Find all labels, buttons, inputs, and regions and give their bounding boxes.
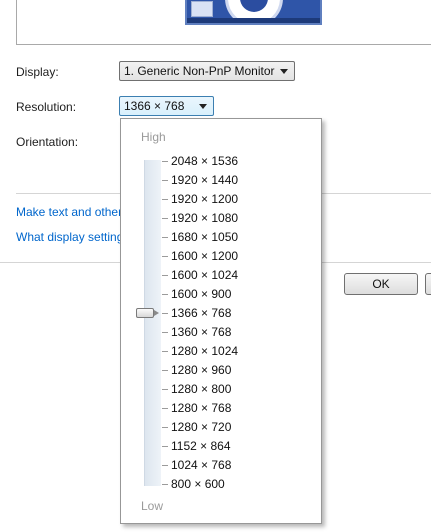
resolution-option[interactable]: 1600 × 1200 bbox=[171, 249, 238, 263]
resolution-option[interactable]: 1280 × 800 bbox=[171, 382, 231, 396]
taskbar-thumbnail bbox=[187, 18, 320, 23]
resolution-select-value: 1366 × 768 bbox=[124, 99, 185, 113]
slider-tick bbox=[162, 161, 168, 162]
resolution-option[interactable]: 2048 × 1536 bbox=[171, 154, 238, 168]
slider-tick bbox=[162, 484, 168, 485]
slider-tick bbox=[162, 446, 168, 447]
low-label: Low bbox=[141, 499, 164, 513]
slider-tick bbox=[162, 332, 168, 333]
resolution-option[interactable]: 1024 × 768 bbox=[171, 458, 231, 472]
resolution-option[interactable]: 1920 × 1080 bbox=[171, 211, 238, 225]
desktop-window-thumbnail bbox=[191, 1, 213, 17]
resolution-option[interactable]: 1920 × 1440 bbox=[171, 173, 238, 187]
high-label: High bbox=[141, 130, 166, 144]
slider-tick bbox=[162, 275, 168, 276]
monitor-preview-area bbox=[16, 0, 431, 45]
cancel-button-partial[interactable] bbox=[425, 273, 431, 295]
display-label: Display: bbox=[16, 65, 59, 79]
slider-tick bbox=[162, 199, 168, 200]
slider-tick bbox=[162, 370, 168, 371]
resolution-slider-track[interactable] bbox=[144, 160, 161, 486]
slider-tick bbox=[162, 294, 168, 295]
resolution-option[interactable]: 1600 × 900 bbox=[171, 287, 231, 301]
slider-tick bbox=[162, 408, 168, 409]
resolution-option[interactable]: 1680 × 1050 bbox=[171, 230, 238, 244]
resolution-option[interactable]: 1280 × 768 bbox=[171, 401, 231, 415]
slider-tick bbox=[162, 313, 168, 314]
resolution-option[interactable]: 1600 × 1024 bbox=[171, 268, 238, 282]
orientation-label: Orientation: bbox=[16, 135, 79, 149]
resolution-slider-thumb[interactable] bbox=[136, 308, 159, 318]
resolution-option[interactable]: 800 × 600 bbox=[171, 477, 225, 491]
resolution-option[interactable]: 1280 × 1024 bbox=[171, 344, 238, 358]
slider-tick bbox=[162, 427, 168, 428]
chevron-down-icon bbox=[199, 104, 207, 109]
resolution-option[interactable]: 1920 × 1200 bbox=[171, 192, 238, 206]
resolution-option[interactable]: 1152 × 864 bbox=[171, 439, 231, 453]
make-text-larger-link[interactable]: Make text and other bbox=[16, 205, 122, 219]
ok-button[interactable]: OK bbox=[344, 273, 418, 295]
slider-tick bbox=[162, 465, 168, 466]
slider-tick bbox=[162, 256, 168, 257]
slider-tick bbox=[162, 218, 168, 219]
resolution-dropdown: High 2048 × 1536 1920 × 1440 1920 × 1200 19… bbox=[120, 118, 322, 524]
resolution-option[interactable]: 1280 × 720 bbox=[171, 420, 231, 434]
slider-tick bbox=[162, 351, 168, 352]
slider-tick bbox=[162, 389, 168, 390]
display-select[interactable]: 1. Generic Non-PnP Monitor bbox=[119, 61, 295, 81]
slider-tick bbox=[162, 180, 168, 181]
monitor-preview[interactable] bbox=[185, 0, 322, 25]
resolution-option[interactable]: 1280 × 960 bbox=[171, 363, 231, 377]
slider-tick bbox=[162, 237, 168, 238]
chevron-down-icon bbox=[280, 69, 288, 74]
resolution-option[interactable]: 1360 × 768 bbox=[171, 325, 231, 339]
resolution-select[interactable]: 1366 × 768 bbox=[119, 96, 214, 116]
display-select-value: 1. Generic Non-PnP Monitor bbox=[124, 64, 275, 78]
resolution-label: Resolution: bbox=[16, 100, 77, 114]
resolution-option[interactable]: 1366 × 768 bbox=[171, 306, 231, 320]
display-settings-help-link[interactable]: What display setting bbox=[16, 230, 123, 244]
